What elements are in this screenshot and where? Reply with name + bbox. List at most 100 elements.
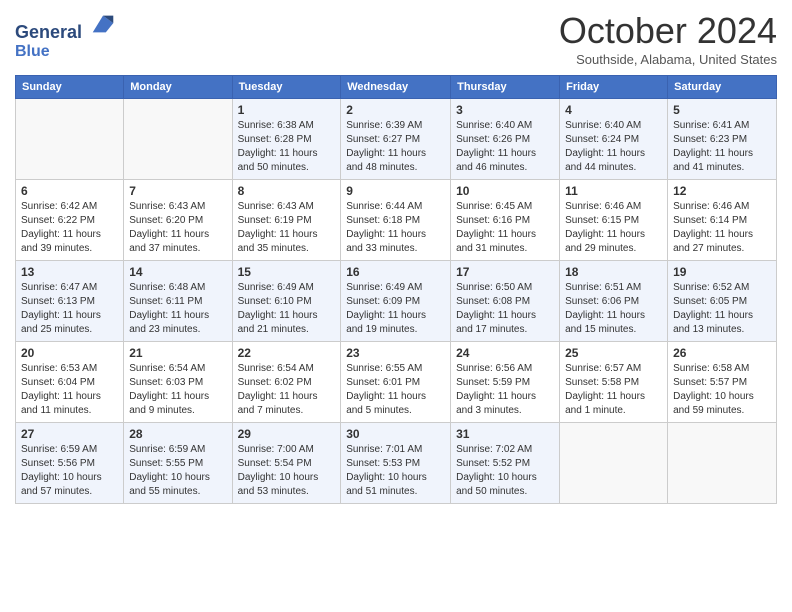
header-cell-tuesday: Tuesday <box>232 76 341 99</box>
day-info: Sunrise: 6:56 AMSunset: 5:59 PMDaylight:… <box>456 362 554 418</box>
day-cell: 20 Sunrise: 6:53 AMSunset: 6:04 PMDayligh… <box>16 342 124 423</box>
day-cell: 10 Sunrise: 6:45 AMSunset: 6:16 PMDayligh… <box>451 180 560 261</box>
logo-blue: Blue <box>15 43 117 61</box>
day-number: 4 <box>565 103 662 117</box>
day-number: 3 <box>456 103 554 117</box>
header-cell-friday: Friday <box>560 76 668 99</box>
day-cell <box>16 99 124 180</box>
day-info: Sunrise: 7:01 AMSunset: 5:53 PMDaylight:… <box>346 443 445 499</box>
week-row-4: 20 Sunrise: 6:53 AMSunset: 6:04 PMDayligh… <box>16 342 777 423</box>
day-number: 12 <box>673 184 771 198</box>
calendar-body: 1Sunrise: 6:38 AMSunset: 6:28 PMDaylight… <box>16 99 777 504</box>
day-info: Sunrise: 6:54 AMSunset: 6:03 PMDaylight:… <box>129 362 226 418</box>
week-row-2: 6 Sunrise: 6:42 AMSunset: 6:22 PMDaylight… <box>16 180 777 261</box>
day-number: 6 <box>21 184 118 198</box>
calendar-header: SundayMondayTuesdayWednesdayThursdayFrid… <box>16 76 777 99</box>
day-cell: 9 Sunrise: 6:44 AMSunset: 6:18 PMDaylight… <box>341 180 451 261</box>
day-number: 7 <box>129 184 226 198</box>
day-cell: 6 Sunrise: 6:42 AMSunset: 6:22 PMDaylight… <box>16 180 124 261</box>
day-info: Sunrise: 6:40 AMSunset: 6:26 PMDaylight:… <box>456 119 554 175</box>
day-number: 28 <box>129 427 226 441</box>
day-number: 9 <box>346 184 445 198</box>
day-cell: 7 Sunrise: 6:43 AMSunset: 6:20 PMDaylight… <box>124 180 232 261</box>
day-cell: 29 Sunrise: 7:00 AMSunset: 5:54 PMDayligh… <box>232 423 341 504</box>
day-info: Sunrise: 6:39 AMSunset: 6:27 PMDaylight:… <box>346 119 445 175</box>
day-cell: 21Sunrise: 6:54 AMSunset: 6:03 PMDayligh… <box>124 342 232 423</box>
day-number: 22 <box>238 346 336 360</box>
day-cell: 4 Sunrise: 6:40 AMSunset: 6:24 PMDaylight… <box>560 99 668 180</box>
day-info: Sunrise: 6:59 AMSunset: 5:55 PMDaylight:… <box>129 443 226 499</box>
day-info: Sunrise: 6:46 AMSunset: 6:15 PMDaylight:… <box>565 200 662 256</box>
day-info: Sunrise: 6:49 AMSunset: 6:09 PMDaylight:… <box>346 281 445 337</box>
day-cell: 16 Sunrise: 6:49 AMSunset: 6:09 PMDayligh… <box>341 261 451 342</box>
day-cell: 25Sunrise: 6:57 AMSunset: 5:58 PMDayligh… <box>560 342 668 423</box>
day-info: Sunrise: 7:02 AMSunset: 5:52 PMDaylight:… <box>456 443 554 499</box>
day-cell: 28 Sunrise: 6:59 AMSunset: 5:55 PMDayligh… <box>124 423 232 504</box>
month-title: October 2024 <box>559 10 777 52</box>
day-info: Sunrise: 6:38 AMSunset: 6:28 PMDaylight:… <box>238 119 336 175</box>
calendar-table: SundayMondayTuesdayWednesdayThursdayFrid… <box>15 75 777 504</box>
day-cell: 31Sunrise: 7:02 AMSunset: 5:52 PMDayligh… <box>451 423 560 504</box>
header-cell-saturday: Saturday <box>668 76 777 99</box>
page-header: General Blue October 2024 Southside, Ala… <box>15 10 777 67</box>
day-info: Sunrise: 6:50 AMSunset: 6:08 PMDaylight:… <box>456 281 554 337</box>
logo-icon <box>89 10 117 38</box>
day-number: 14 <box>129 265 226 279</box>
logo-text: General <box>15 10 117 43</box>
day-number: 20 <box>21 346 118 360</box>
day-info: Sunrise: 6:48 AMSunset: 6:11 PMDaylight:… <box>129 281 226 337</box>
day-cell: 19 Sunrise: 6:52 AMSunset: 6:05 PMDayligh… <box>668 261 777 342</box>
day-cell: 18Sunrise: 6:51 AMSunset: 6:06 PMDayligh… <box>560 261 668 342</box>
header-cell-monday: Monday <box>124 76 232 99</box>
header-row: SundayMondayTuesdayWednesdayThursdayFrid… <box>16 76 777 99</box>
day-info: Sunrise: 6:43 AMSunset: 6:20 PMDaylight:… <box>129 200 226 256</box>
day-info: Sunrise: 6:54 AMSunset: 6:02 PMDaylight:… <box>238 362 336 418</box>
day-info: Sunrise: 6:52 AMSunset: 6:05 PMDaylight:… <box>673 281 771 337</box>
header-cell-sunday: Sunday <box>16 76 124 99</box>
day-number: 29 <box>238 427 336 441</box>
day-number: 15 <box>238 265 336 279</box>
logo: General Blue <box>15 10 117 60</box>
day-info: Sunrise: 6:42 AMSunset: 6:22 PMDaylight:… <box>21 200 118 256</box>
day-cell: 22 Sunrise: 6:54 AMSunset: 6:02 PMDayligh… <box>232 342 341 423</box>
day-cell: 30 Sunrise: 7:01 AMSunset: 5:53 PMDayligh… <box>341 423 451 504</box>
day-cell: 2 Sunrise: 6:39 AMSunset: 6:27 PMDaylight… <box>341 99 451 180</box>
day-info: Sunrise: 6:40 AMSunset: 6:24 PMDaylight:… <box>565 119 662 175</box>
day-cell: 12Sunrise: 6:46 AMSunset: 6:14 PMDayligh… <box>668 180 777 261</box>
week-row-1: 1Sunrise: 6:38 AMSunset: 6:28 PMDaylight… <box>16 99 777 180</box>
day-cell <box>560 423 668 504</box>
day-number: 10 <box>456 184 554 198</box>
week-row-5: 27 Sunrise: 6:59 AMSunset: 5:56 PMDayligh… <box>16 423 777 504</box>
header-cell-wednesday: Wednesday <box>341 76 451 99</box>
day-cell: 24Sunrise: 6:56 AMSunset: 5:59 PMDayligh… <box>451 342 560 423</box>
day-info: Sunrise: 6:55 AMSunset: 6:01 PMDaylight:… <box>346 362 445 418</box>
day-number: 19 <box>673 265 771 279</box>
day-cell: 13 Sunrise: 6:47 AMSunset: 6:13 PMDayligh… <box>16 261 124 342</box>
day-cell: 1Sunrise: 6:38 AMSunset: 6:28 PMDaylight… <box>232 99 341 180</box>
day-cell: 3 Sunrise: 6:40 AMSunset: 6:26 PMDaylight… <box>451 99 560 180</box>
header-cell-thursday: Thursday <box>451 76 560 99</box>
day-info: Sunrise: 6:49 AMSunset: 6:10 PMDaylight:… <box>238 281 336 337</box>
day-number: 16 <box>346 265 445 279</box>
day-cell <box>124 99 232 180</box>
day-info: Sunrise: 6:59 AMSunset: 5:56 PMDaylight:… <box>21 443 118 499</box>
day-number: 30 <box>346 427 445 441</box>
day-info: Sunrise: 6:53 AMSunset: 6:04 PMDaylight:… <box>21 362 118 418</box>
day-cell: 8Sunrise: 6:43 AMSunset: 6:19 PMDaylight… <box>232 180 341 261</box>
day-cell <box>668 423 777 504</box>
day-info: Sunrise: 6:47 AMSunset: 6:13 PMDaylight:… <box>21 281 118 337</box>
day-number: 13 <box>21 265 118 279</box>
day-cell: 11 Sunrise: 6:46 AMSunset: 6:15 PMDayligh… <box>560 180 668 261</box>
week-row-3: 13 Sunrise: 6:47 AMSunset: 6:13 PMDayligh… <box>16 261 777 342</box>
day-info: Sunrise: 7:00 AMSunset: 5:54 PMDaylight:… <box>238 443 336 499</box>
day-number: 18 <box>565 265 662 279</box>
day-number: 11 <box>565 184 662 198</box>
day-info: Sunrise: 6:44 AMSunset: 6:18 PMDaylight:… <box>346 200 445 256</box>
day-cell: 15 Sunrise: 6:49 AMSunset: 6:10 PMDayligh… <box>232 261 341 342</box>
title-block: October 2024 Southside, Alabama, United … <box>559 10 777 67</box>
day-number: 2 <box>346 103 445 117</box>
day-info: Sunrise: 6:58 AMSunset: 5:57 PMDaylight:… <box>673 362 771 418</box>
day-info: Sunrise: 6:45 AMSunset: 6:16 PMDaylight:… <box>456 200 554 256</box>
day-number: 26 <box>673 346 771 360</box>
day-number: 27 <box>21 427 118 441</box>
